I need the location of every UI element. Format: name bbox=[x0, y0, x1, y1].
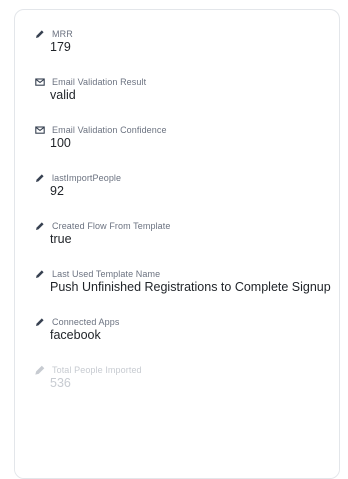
pencil-icon bbox=[35, 365, 45, 375]
attribute-value: 92 bbox=[50, 184, 64, 198]
attribute-label-row: Created Flow From Template bbox=[35, 219, 170, 233]
attribute-label-row: Email Validation Result bbox=[35, 75, 146, 89]
attribute-value: 179 bbox=[50, 40, 71, 54]
attribute-value: true bbox=[50, 232, 72, 246]
attributes-card: MRR 179 Email Validation Result valid Em… bbox=[14, 9, 340, 479]
attribute-label-row: Total People Imported bbox=[35, 363, 142, 377]
attribute-label: Last Used Template Name bbox=[52, 269, 161, 279]
attribute-value: valid bbox=[50, 88, 76, 102]
attribute-label: Email Validation Confidence bbox=[52, 125, 167, 135]
pencil-icon bbox=[35, 317, 45, 327]
pencil-icon bbox=[35, 173, 45, 183]
attribute-value: 100 bbox=[50, 136, 71, 150]
envelope-icon bbox=[35, 77, 45, 87]
attribute-value: facebook bbox=[50, 328, 101, 342]
attribute-label-row: MRR bbox=[35, 27, 73, 41]
attribute-label-row: Last Used Template Name bbox=[35, 267, 160, 281]
attribute-label-row: Email Validation Confidence bbox=[35, 123, 167, 137]
attribute-label: Total People Imported bbox=[52, 365, 142, 375]
attribute-label: Created Flow From Template bbox=[52, 221, 171, 231]
pencil-icon bbox=[35, 269, 45, 279]
pencil-icon bbox=[35, 29, 45, 39]
attribute-value: Push Unfinished Registrations to Complet… bbox=[50, 280, 331, 294]
attribute-value: 536 bbox=[50, 376, 71, 390]
attribute-label-row: Connected Apps bbox=[35, 315, 119, 329]
attribute-label: lastImportPeople bbox=[52, 173, 122, 183]
attribute-label: Connected Apps bbox=[52, 317, 120, 327]
attribute-label: Email Validation Result bbox=[52, 77, 147, 87]
attribute-label-row: lastImportPeople bbox=[35, 171, 121, 185]
scroll-fade-overlay bbox=[15, 398, 339, 478]
attribute-label: MRR bbox=[52, 29, 73, 39]
envelope-icon bbox=[35, 125, 45, 135]
pencil-icon bbox=[35, 221, 45, 231]
